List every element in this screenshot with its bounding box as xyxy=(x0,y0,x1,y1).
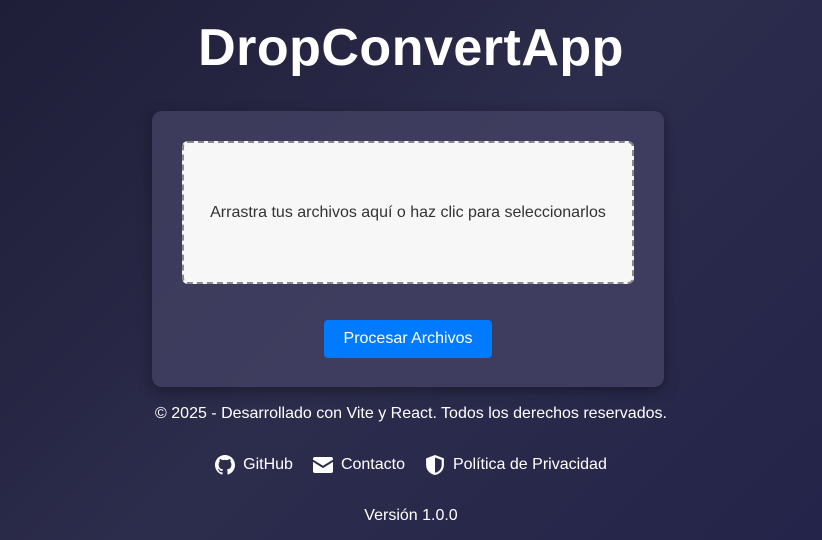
process-files-button[interactable]: Procesar Archivos xyxy=(324,320,492,358)
envelope-icon xyxy=(312,455,333,475)
footer-links: GitHub Contacto Política de Privacidad xyxy=(0,455,822,475)
file-dropzone[interactable]: Arrastra tus archivos aquí o haz clic pa… xyxy=(182,141,634,284)
dropzone-text: Arrastra tus archivos aquí o haz clic pa… xyxy=(210,203,606,221)
github-link[interactable]: GitHub xyxy=(215,455,293,475)
github-link-label: GitHub xyxy=(243,456,293,473)
app-title: DropConvertApp xyxy=(198,19,624,77)
contact-link[interactable]: Contacto xyxy=(312,455,405,475)
contact-link-label: Contacto xyxy=(340,456,405,473)
version-text: Versión 1.0.0 xyxy=(364,507,458,524)
privacy-policy-link-label: Política de Privacidad xyxy=(452,456,607,473)
shield-icon xyxy=(425,455,445,475)
copyright-text: © 2025 - Desarrollado con Vite y React. … xyxy=(155,405,667,422)
github-icon xyxy=(215,455,236,475)
upload-card: Arrastra tus archivos aquí o haz clic pa… xyxy=(152,111,664,387)
privacy-policy-link[interactable]: Política de Privacidad xyxy=(425,455,607,475)
